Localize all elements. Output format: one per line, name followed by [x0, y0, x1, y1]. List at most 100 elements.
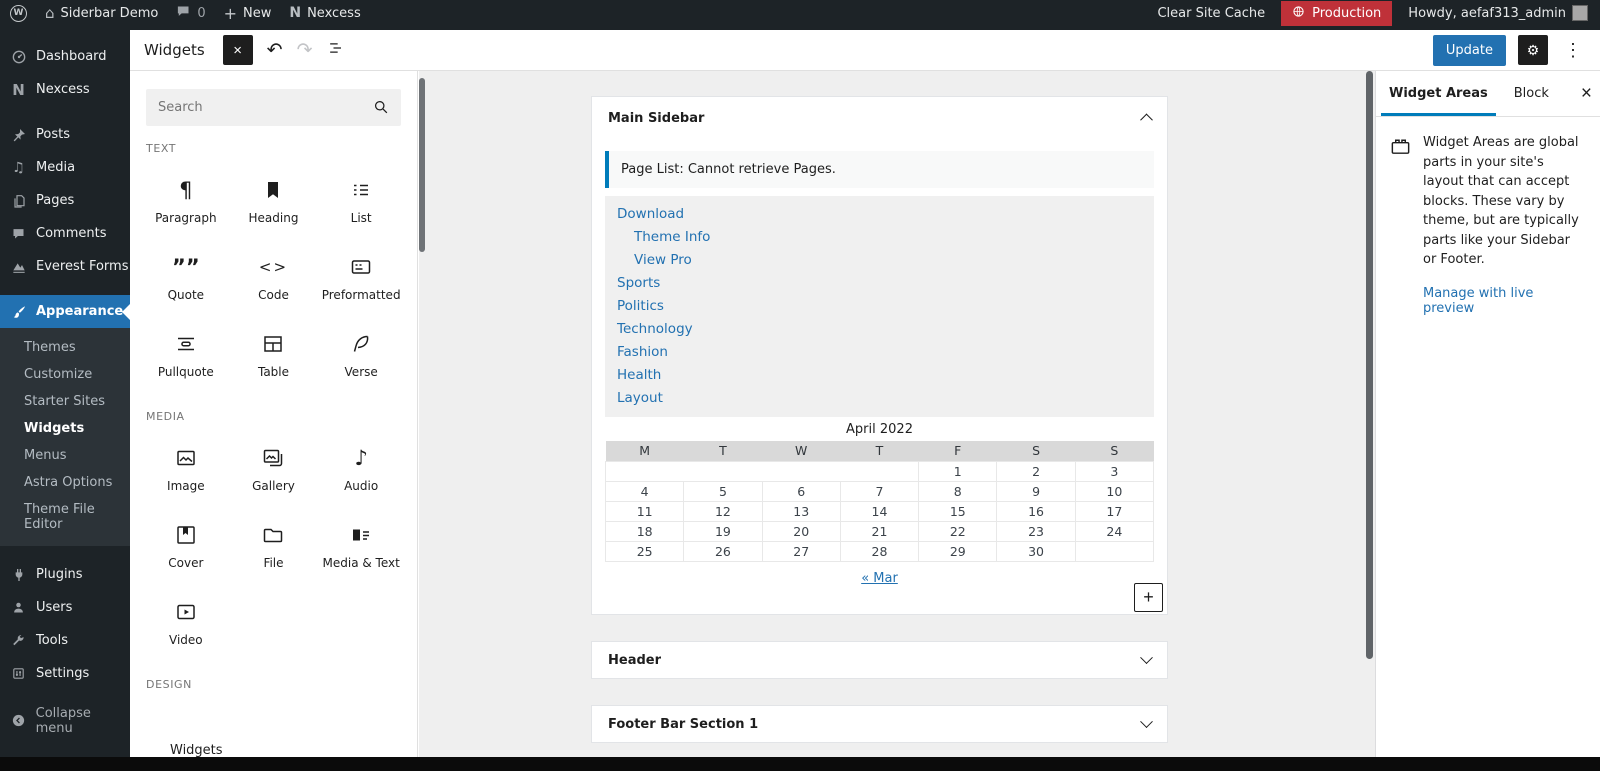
table-icon: [261, 332, 285, 356]
quote-icon: ””: [172, 255, 200, 279]
sidebar-item-everest-forms[interactable]: Everest Forms: [0, 250, 130, 283]
collapse-menu-button[interactable]: Collapse menu: [0, 704, 130, 737]
submenu-item-starter-sites[interactable]: Starter Sites: [0, 388, 130, 415]
block-quote[interactable]: ”” Quote: [142, 240, 230, 317]
collapse-arrow-icon: [10, 712, 27, 729]
bottom-black-strip: [0, 757, 1600, 771]
nexcess-admin-bar-menu[interactable]: N Nexcess: [289, 5, 360, 21]
nav-link-fashion[interactable]: Fashion: [617, 340, 1142, 363]
environment-badge[interactable]: Production: [1281, 1, 1392, 26]
block-list[interactable]: List: [317, 163, 405, 240]
chevron-up-icon: [1140, 113, 1153, 126]
sidebar-item-dashboard[interactable]: Dashboard: [0, 40, 130, 73]
list-view-icon: [326, 42, 346, 63]
submenu-item-widgets[interactable]: Widgets: [0, 415, 130, 442]
nav-link-download[interactable]: Download: [617, 202, 1142, 225]
sidebar-item-plugins[interactable]: Plugins: [0, 558, 130, 591]
calendar-day-header: T: [684, 441, 762, 461]
submenu-item-customize[interactable]: Customize: [0, 361, 130, 388]
sidebar-item-pages[interactable]: Pages: [0, 184, 130, 217]
text-blocks-grid: ¶ Paragraph Heading List ”” Quote <> Cod…: [130, 155, 417, 394]
manage-live-preview-link[interactable]: Manage with live preview: [1423, 286, 1587, 316]
sidebar-item-tools[interactable]: Tools: [0, 624, 130, 657]
media-text-icon: [349, 523, 373, 547]
calendar-day: 11: [606, 501, 684, 521]
block-video[interactable]: Video: [142, 585, 230, 662]
block-paragraph[interactable]: ¶ Paragraph: [142, 163, 230, 240]
redo-button[interactable]: ↷: [297, 41, 313, 60]
tab-block[interactable]: Block: [1501, 71, 1562, 116]
nav-link-technology[interactable]: Technology: [617, 317, 1142, 340]
block-pullquote[interactable]: Pullquote: [142, 317, 230, 394]
nav-link-politics[interactable]: Politics: [617, 294, 1142, 317]
calendar-day: 6: [762, 481, 840, 501]
nav-link-layout[interactable]: Layout: [617, 386, 1142, 409]
options-menu-button[interactable]: ⋮: [1560, 40, 1586, 61]
search-icon: [371, 97, 391, 121]
block-verse[interactable]: Verse: [317, 317, 405, 394]
calendar-day: 15: [919, 501, 997, 521]
new-content-menu[interactable]: + New: [224, 4, 272, 23]
close-icon: ×: [233, 42, 242, 59]
canvas-scrollbar[interactable]: [1366, 71, 1373, 659]
inserter-scrollbar[interactable]: [419, 78, 425, 252]
avatar: [1572, 5, 1588, 21]
block-media-text[interactable]: Media & Text: [317, 508, 405, 585]
add-block-button[interactable]: +: [1134, 583, 1163, 612]
sidebar-item-nexcess[interactable]: N Nexcess: [0, 73, 130, 106]
search-input[interactable]: [146, 89, 401, 126]
list-view-button[interactable]: [326, 38, 346, 62]
clear-site-cache-button[interactable]: Clear Site Cache: [1157, 6, 1265, 21]
submenu-item-astra-options[interactable]: Astra Options: [0, 469, 130, 496]
update-button[interactable]: Update: [1433, 35, 1506, 66]
calendar-day: 9: [997, 481, 1075, 501]
sidebar-item-settings[interactable]: Settings: [0, 657, 130, 690]
block-audio[interactable]: ♪ Audio: [317, 431, 405, 508]
sidebar-item-comments[interactable]: Comments: [0, 217, 130, 250]
settings-toggle-button[interactable]: ⚙: [1518, 35, 1548, 65]
nav-link-sports[interactable]: Sports: [617, 271, 1142, 294]
close-settings-button[interactable]: ×: [1581, 84, 1592, 103]
sidebar-item-media[interactable]: ♫ Media: [0, 151, 130, 184]
nav-link-view-pro[interactable]: View Pro: [634, 248, 1142, 271]
calendar-day: 8: [919, 481, 997, 501]
admin-sidebar-menu: Dashboard N Nexcess Posts ♫ Media Pages …: [0, 30, 130, 757]
footer-1-panel-toggle[interactable]: Footer Bar Section 1: [592, 706, 1167, 744]
kebab-icon: ⋮: [1564, 40, 1582, 60]
admin-top-bar: W ⌂ Siderbar Demo 0 + New N Nexcess Clea…: [0, 0, 1600, 30]
submenu-item-menus[interactable]: Menus: [0, 442, 130, 469]
undo-button[interactable]: ↶: [267, 41, 283, 60]
media-blocks-grid: Image Gallery ♪ Audio Cover File Media &…: [130, 423, 417, 662]
sidebar-item-posts[interactable]: Posts: [0, 118, 130, 151]
close-inserter-button[interactable]: ×: [223, 35, 253, 65]
block-preformatted[interactable]: Preformatted: [317, 240, 405, 317]
block-heading[interactable]: Heading: [230, 163, 318, 240]
block-image[interactable]: Image: [142, 431, 230, 508]
submenu-item-theme-file-editor[interactable]: Theme File Editor: [0, 496, 130, 538]
tab-widget-areas[interactable]: Widget Areas: [1376, 71, 1501, 116]
block-table[interactable]: Table: [230, 317, 318, 394]
header-panel-toggle[interactable]: Header: [592, 642, 1167, 680]
submenu-item-themes[interactable]: Themes: [0, 334, 130, 361]
block-code[interactable]: <> Code: [230, 240, 318, 317]
main-sidebar-panel-toggle[interactable]: Main Sidebar: [592, 97, 1167, 139]
sidebar-item-users[interactable]: Users: [0, 591, 130, 624]
calendar-prev-month-link[interactable]: « Mar: [861, 571, 898, 586]
pullquote-icon: [174, 332, 198, 356]
block-cover[interactable]: Cover: [142, 508, 230, 585]
site-name-link[interactable]: ⌂ Siderbar Demo: [45, 4, 158, 22]
calendar-day: 23: [997, 521, 1075, 541]
panel-title: Main Sidebar: [608, 111, 704, 126]
sidebar-item-appearance[interactable]: Appearance: [0, 295, 130, 328]
nav-link-health[interactable]: Health: [617, 363, 1142, 386]
block-gallery[interactable]: Gallery: [230, 431, 318, 508]
wordpress-menu[interactable]: W: [10, 5, 27, 22]
howdy-account-menu[interactable]: Howdy, aefaf313_admin: [1408, 5, 1588, 21]
comments-shortcut[interactable]: 0: [176, 4, 205, 23]
nav-link-theme-info[interactable]: Theme Info: [634, 225, 1142, 248]
paragraph-icon: ¶: [179, 178, 192, 202]
block-file[interactable]: File: [230, 508, 318, 585]
brush-icon: [10, 303, 27, 320]
calendar-day: 29: [919, 541, 997, 561]
calendar-day-header: S: [1075, 441, 1153, 461]
